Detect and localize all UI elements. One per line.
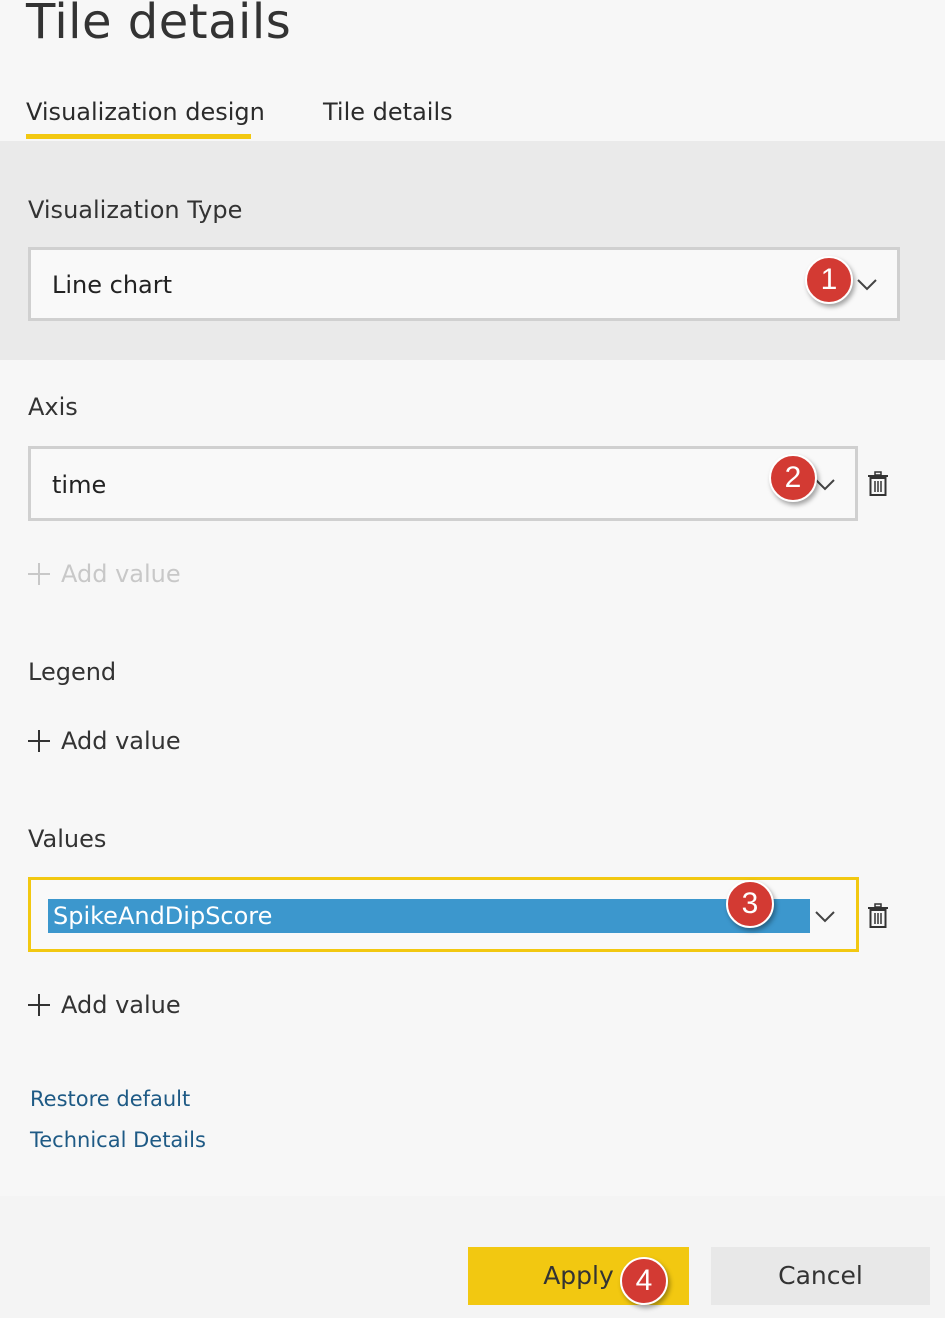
trash-icon[interactable] bbox=[867, 471, 889, 497]
visualization-type-dropdown[interactable]: Line chart bbox=[28, 247, 900, 321]
technical-details-link[interactable]: Technical Details bbox=[30, 1128, 206, 1152]
chevron-down-icon bbox=[857, 279, 877, 291]
callout-badge-2: 2 bbox=[769, 454, 817, 502]
callout-badge-1: 1 bbox=[805, 256, 853, 304]
axis-add-value: Add value bbox=[27, 560, 181, 588]
tab-bar: Visualization design Tile details bbox=[0, 92, 945, 140]
values-add-value-label: Add value bbox=[61, 991, 181, 1019]
plus-icon bbox=[28, 994, 50, 1016]
tile-details-panel: Tile details Visualization design Tile d… bbox=[0, 0, 945, 1318]
plus-icon bbox=[28, 730, 50, 752]
tab-visualization-design[interactable]: Visualization design bbox=[26, 98, 265, 126]
trash-icon[interactable] bbox=[867, 903, 889, 929]
values-selected-value: SpikeAndDipScore bbox=[48, 899, 810, 933]
legend-add-value-label: Add value bbox=[61, 727, 181, 755]
callout-badge-4: 4 bbox=[620, 1257, 668, 1305]
axis-label: Axis bbox=[28, 393, 78, 421]
axis-value: time bbox=[52, 471, 107, 499]
legend-add-value-button[interactable]: Add value bbox=[27, 727, 181, 755]
legend-label: Legend bbox=[28, 658, 117, 686]
tab-tile-details[interactable]: Tile details bbox=[323, 98, 453, 126]
axis-dropdown[interactable]: time bbox=[28, 446, 858, 521]
values-label: Values bbox=[28, 825, 107, 853]
axis-add-value-label: Add value bbox=[61, 560, 181, 588]
restore-default-link[interactable]: Restore default bbox=[30, 1087, 190, 1111]
visualization-type-value: Line chart bbox=[52, 271, 173, 299]
chevron-down-icon bbox=[815, 479, 835, 491]
visualization-type-label: Visualization Type bbox=[28, 196, 243, 224]
page-title: Tile details bbox=[26, 0, 292, 50]
values-add-value-button[interactable]: Add value bbox=[27, 991, 181, 1019]
chevron-down-icon bbox=[815, 911, 835, 923]
callout-badge-3: 3 bbox=[726, 880, 774, 928]
cancel-button[interactable]: Cancel bbox=[711, 1247, 930, 1305]
plus-icon bbox=[28, 563, 50, 585]
active-tab-indicator bbox=[26, 134, 251, 139]
